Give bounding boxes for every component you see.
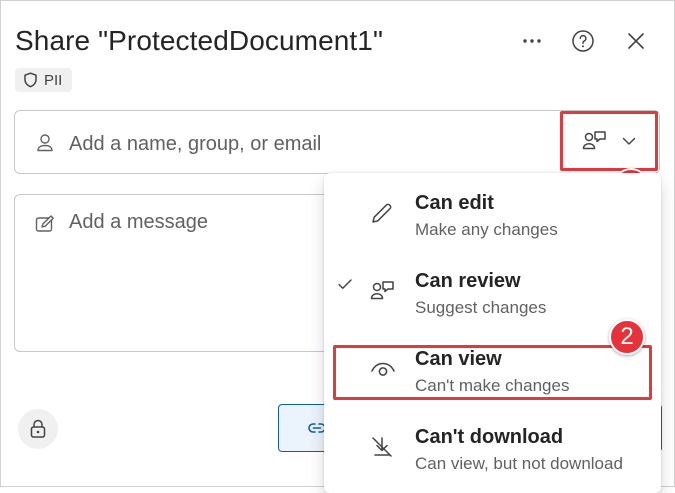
link-settings-button[interactable] [18,409,58,449]
share-dialog: Share "ProtectedDocument1" PII Add a nam… [0,0,675,493]
sensitivity-label: PII [44,71,63,89]
pencil-icon [372,203,392,223]
close-button[interactable] [622,27,650,55]
checkmark-icon [338,279,352,289]
menu-item-label: Can review [415,270,521,292]
menu-item-can-edit[interactable]: Can edit Make any changes [324,173,661,251]
close-icon [628,33,644,49]
menu-item-label: Can edit [415,192,494,214]
annotation-highlight-can-view [333,345,652,400]
menu-item-description: Can view, but not download [415,454,623,473]
permissions-dropdown-button[interactable] [560,111,658,171]
menu-item-description: Make any changes [415,220,558,239]
lock-icon [30,419,46,438]
menu-item-label: Can't download [415,426,564,448]
review-icon [370,281,394,300]
no-download-icon [372,437,392,457]
menu-item-can-review[interactable]: Can review Suggest changes [324,251,661,329]
help-icon [572,30,594,52]
message-input[interactable] [67,209,341,253]
more-icon [523,39,541,43]
annotation-step-2: 2 [609,319,645,355]
review-icon [582,131,606,150]
help-button[interactable] [569,27,597,55]
dialog-title: Share "ProtectedDocument1" [15,25,384,56]
sensitivity-badge[interactable]: PII [15,68,73,92]
menu-item-cant-download[interactable]: Can't download Can view, but not downloa… [324,407,661,485]
recipients-input[interactable] [67,127,541,161]
person-icon [37,134,53,152]
compose-icon [35,215,54,232]
menu-item-description: Suggest changes [415,298,547,317]
chevron-down-icon [622,137,636,145]
more-options-button[interactable] [518,27,546,55]
shield-icon [24,72,37,88]
